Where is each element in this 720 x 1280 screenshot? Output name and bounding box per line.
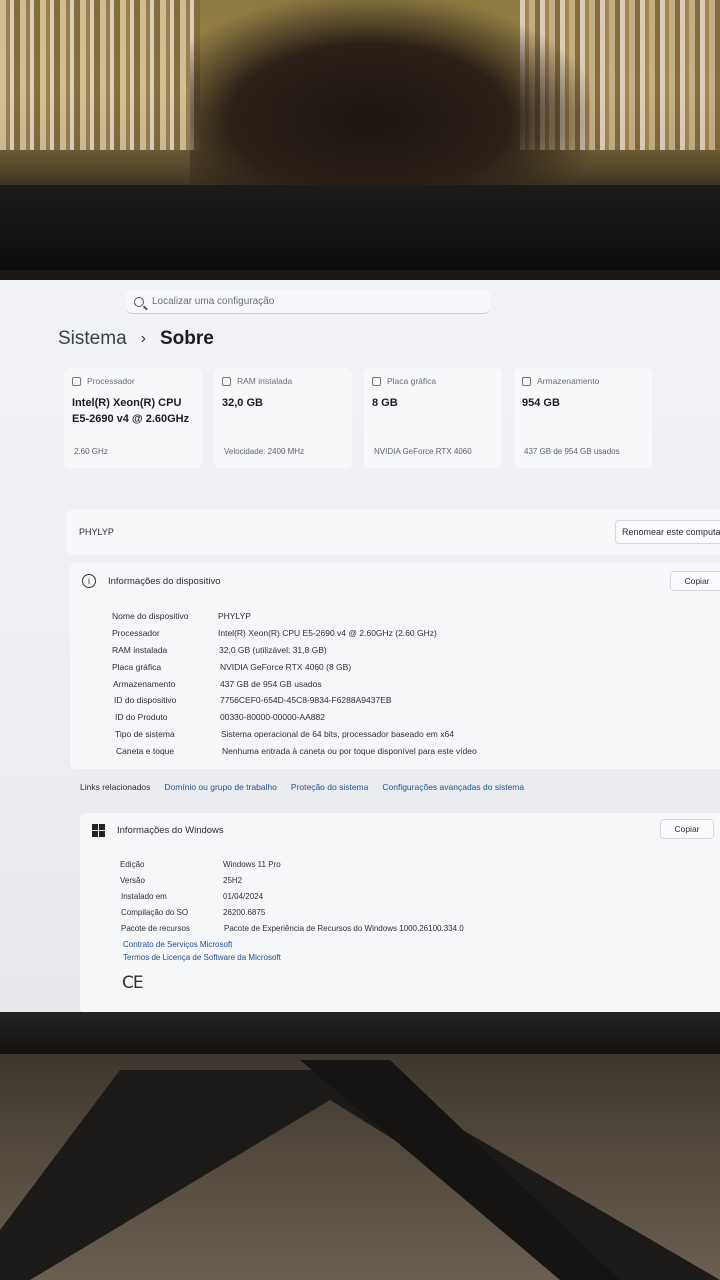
spec-key: ID do Produto	[115, 712, 168, 722]
ce-mark: CE	[122, 973, 144, 993]
rename-button[interactable]: Renomear este computador	[615, 520, 720, 544]
spec-key: Edição	[120, 860, 145, 869]
card-ram: RAM instalada 32,0 GB Velocidade: 2400 M…	[214, 368, 352, 468]
card-value: Intel(R) Xeon(R) CPU E5-2690 v4 @ 2.60GH…	[72, 397, 190, 425]
spec-value: Nenhuma entrada à caneta ou por toque di…	[222, 746, 477, 756]
card-label: Processador	[87, 376, 135, 386]
device-info-section: i Informações do dispositivo Copiar Nome…	[70, 563, 720, 769]
spec-value: 7756CEF0-654D-45C8-9834-F6288A9437EB	[220, 695, 392, 705]
gpu-icon	[372, 376, 381, 386]
spec-value: Windows 11 Pro	[223, 860, 281, 869]
spec-key: ID do dispositivo	[114, 695, 177, 705]
spec-key: Pacote de recursos	[121, 924, 190, 933]
tv-bezel	[0, 185, 720, 270]
spec-value: 437 GB de 954 GB usados	[220, 679, 322, 689]
card-sub: 2.60 GHz	[74, 447, 108, 456]
photo-scene: Localizar uma configuração Sistema › Sob…	[0, 0, 720, 1280]
spec-value: 26200.6875	[223, 908, 266, 917]
link-advanced-settings[interactable]: Configurações avançadas do sistema	[382, 782, 524, 792]
spec-value: Pacote de Experiência de Recursos do Win…	[224, 924, 464, 933]
windows-logo-icon	[92, 824, 105, 837]
spec-cards: Processador Intel(R) Xeon(R) CPU E5-2690…	[64, 368, 720, 470]
spec-key: Versão	[120, 876, 145, 885]
windows-info-section: Informações do Windows Copiar Edição Win…	[80, 813, 720, 1012]
card-storage: Armazenamento 954 GB 437 GB de 954 GB us…	[514, 368, 652, 468]
background-crowd-left	[0, 0, 200, 150]
info-icon: i	[82, 574, 96, 588]
spec-key: RAM instalada	[112, 645, 168, 655]
chevron-right-icon: ›	[140, 330, 146, 347]
spec-key: Instalado em	[121, 892, 167, 901]
card-value: 8 GB	[372, 397, 398, 409]
copy-device-info-button[interactable]: Copiar	[670, 571, 720, 591]
spec-key: Armazenamento	[113, 679, 176, 689]
storage-icon	[522, 376, 531, 386]
spec-value: 01/04/2024	[223, 892, 264, 901]
card-processor: Processador Intel(R) Xeon(R) CPU E5-2690…	[64, 368, 202, 468]
spec-key: Caneta e toque	[116, 746, 175, 756]
device-name: PHYLYP	[79, 527, 114, 537]
page-title: Sobre	[159, 328, 214, 349]
breadcrumb-parent[interactable]: Sistema	[58, 328, 127, 350]
related-links-label: Links relacionados	[80, 782, 151, 792]
ram-icon	[222, 376, 231, 386]
spec-value: 25H2	[223, 876, 243, 885]
spec-value: Intel(R) Xeon(R) CPU E5-2690 v4 @ 2.60GH…	[218, 628, 437, 638]
device-name-bar: PHYLYP Renomear este computador	[66, 510, 720, 554]
spec-value: NVIDIA GeForce RTX 4060 (8 GB)	[220, 662, 352, 672]
background-silhouette	[190, 0, 590, 200]
copy-windows-info-button[interactable]: Copiar	[660, 819, 714, 839]
monitor-bezel	[0, 1012, 720, 1054]
breadcrumb: Sistema › Sobre	[58, 328, 214, 350]
search-input[interactable]: Localizar uma configuração	[152, 296, 274, 307]
card-value: 32,0 GB	[222, 397, 263, 409]
search-box[interactable]: Localizar uma configuração	[126, 290, 490, 314]
card-label: RAM instalada	[237, 376, 293, 386]
link-domain-workgroup[interactable]: Domínio ou grupo de trabalho	[164, 782, 276, 792]
section-title: Informações do Windows	[117, 825, 224, 836]
spec-value: 32,0 GB (utilizável: 31,8 GB)	[219, 645, 327, 655]
card-label: Placa gráfica	[387, 376, 437, 386]
spec-key: Nome do dispositivo	[112, 611, 189, 621]
card-sub: NVIDIA GeForce RTX 4060	[374, 447, 472, 456]
spec-value: PHYLYP	[218, 611, 251, 621]
spec-key: Tipo de sistema	[115, 729, 175, 739]
spec-key: Processador	[112, 628, 160, 638]
card-value: 954 GB	[522, 397, 560, 409]
spec-key: Compilação do SO	[121, 908, 189, 917]
processor-icon	[72, 376, 81, 386]
search-icon	[134, 296, 144, 307]
settings-window: Localizar uma configuração Sistema › Sob…	[0, 280, 720, 1012]
card-gpu: Placa gráfica 8 GB NVIDIA GeForce RTX 40…	[364, 368, 502, 468]
card-label: Armazenamento	[537, 376, 600, 386]
related-links: Links relacionados Domínio ou grupo de t…	[80, 774, 720, 800]
card-sub: 437 GB de 954 GB usados	[524, 447, 620, 456]
spec-value: Sistema operacional de 64 bits, processa…	[221, 729, 454, 739]
link-microsoft-services-agreement[interactable]: Contrato de Serviços Microsoft	[123, 940, 232, 949]
link-system-protection[interactable]: Proteção do sistema	[291, 782, 368, 792]
link-microsoft-license-terms[interactable]: Termos de Licença de Software da Microso…	[123, 953, 281, 962]
section-title: Informações do dispositivo	[108, 575, 221, 587]
spec-key: Placa gráfica	[112, 662, 162, 672]
card-sub: Velocidade: 2400 MHz	[224, 447, 305, 456]
spec-value: 00330-80000-00000-AA882	[220, 712, 325, 722]
monitor-stand	[0, 1060, 720, 1280]
